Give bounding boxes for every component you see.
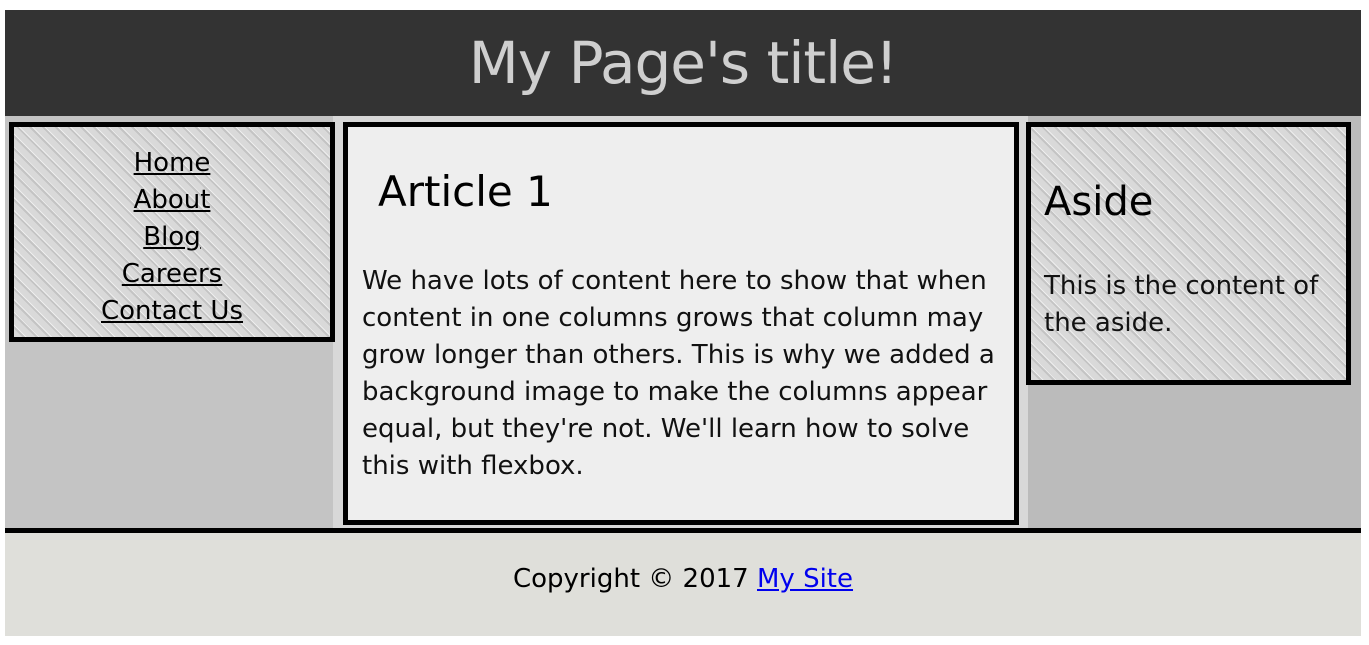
nav-link-home[interactable]: Home: [134, 148, 211, 178]
nav-link-careers[interactable]: Careers: [122, 259, 222, 289]
main-nav: Home About Blog Careers Contact Us: [9, 122, 335, 342]
nav-item-about: About: [14, 182, 330, 219]
nav-link-contact-us[interactable]: Contact Us: [101, 296, 243, 326]
nav-item-home: Home: [14, 145, 330, 182]
nav-item-contact: Contact Us: [14, 293, 330, 330]
footer-copyright: Copyright © 2017 My Site: [5, 533, 1361, 625]
aside-heading: Aside: [1044, 179, 1154, 225]
site-header: My Page's title!: [5, 10, 1361, 116]
copyright-text: Copyright © 2017: [512, 564, 757, 594]
footer-site-link[interactable]: My Site: [757, 564, 853, 594]
site-footer: Copyright © 2017 My Site: [5, 528, 1361, 636]
article-heading: Article 1: [378, 167, 553, 216]
article: Article 1 We have lots of content here t…: [343, 122, 1019, 525]
nav-list: Home About Blog Careers Contact Us: [14, 127, 330, 330]
aside: Aside This is the content of the aside.: [1026, 122, 1351, 385]
page: My Page's title! Home About Blog Careers…: [5, 10, 1361, 636]
columns-container: Home About Blog Careers Contact Us Artic…: [5, 116, 1361, 528]
article-body: We have lots of content here to show tha…: [362, 266, 995, 481]
page-title: My Page's title!: [468, 29, 898, 97]
nav-item-careers: Careers: [14, 256, 330, 293]
nav-link-about[interactable]: About: [134, 185, 211, 215]
aside-body: This is the content of the aside.: [1044, 271, 1319, 338]
nav-link-blog[interactable]: Blog: [143, 222, 200, 252]
nav-item-blog: Blog: [14, 219, 330, 256]
